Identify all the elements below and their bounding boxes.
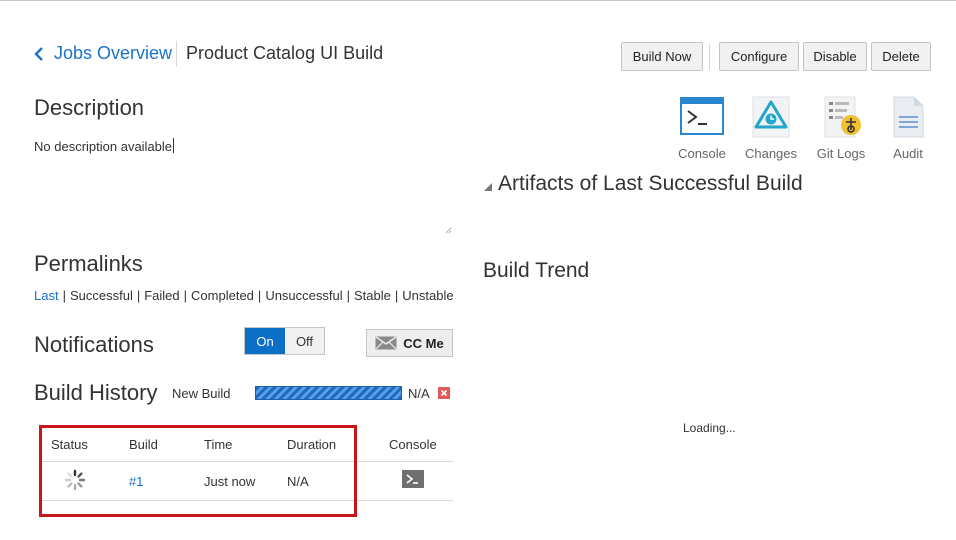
console-icon [680, 97, 724, 135]
artifacts-toggle[interactable]: Artifacts of Last Successful Build [483, 172, 803, 196]
console-action-label: Console [678, 146, 726, 161]
header-divider [176, 41, 177, 67]
permalink-unstable[interactable]: Unstable [402, 288, 453, 303]
console-icon[interactable] [402, 470, 424, 488]
permalink-failed[interactable]: Failed [144, 288, 179, 303]
job-title: Product Catalog UI Build [186, 43, 384, 63]
disable-button[interactable]: Disable [803, 42, 867, 71]
changes-icon [752, 96, 790, 138]
git-logs-action-label: Git Logs [816, 146, 866, 161]
notifications-heading: Notifications [34, 332, 154, 357]
text-caret [173, 138, 175, 153]
new-build-progress-bar [255, 386, 402, 400]
build-trend-loading: Loading... [683, 421, 736, 435]
separator: | [183, 288, 188, 303]
permalink-successful[interactable]: Successful [70, 288, 133, 303]
separator: | [346, 288, 351, 303]
notifications-toggle: On Off [244, 327, 325, 355]
cancel-build-button[interactable] [438, 387, 450, 399]
git-logs-action[interactable]: Git Logs [809, 94, 873, 161]
audit-icon [893, 96, 924, 138]
audit-action[interactable]: Audit [876, 94, 940, 161]
configure-button[interactable]: Configure [719, 42, 799, 71]
envelope-icon [375, 336, 397, 350]
permalink-completed[interactable]: Completed [191, 288, 254, 303]
back-to-jobs-overview-link[interactable]: Jobs Overview [34, 43, 172, 64]
git-logs-icon [824, 96, 861, 138]
build-now-button[interactable]: Build Now [621, 42, 703, 71]
column-header-console: Console [389, 437, 437, 452]
permalink-stable[interactable]: Stable [354, 288, 391, 303]
changes-action[interactable]: Changes [739, 94, 803, 161]
separator: | [257, 288, 262, 303]
delete-button[interactable]: Delete [871, 42, 931, 71]
toolbar-divider [709, 44, 710, 70]
build-history-heading: Build History [34, 380, 158, 405]
cc-me-label: CC Me [403, 335, 444, 351]
separator: | [136, 288, 141, 303]
expand-triangle-icon [484, 183, 492, 191]
permalinks-heading: Permalinks [34, 251, 143, 276]
chevron-left-icon [34, 46, 43, 61]
description-heading: Description [34, 95, 145, 120]
new-build-label: New Build [172, 386, 231, 401]
resize-handle-icon[interactable] [444, 226, 452, 234]
description-field[interactable]: No description available [34, 138, 175, 154]
close-icon [440, 389, 448, 397]
top-divider [0, 0, 956, 1]
notifications-off-button[interactable]: Off [285, 328, 324, 354]
build-trend-heading: Build Trend [483, 259, 590, 282]
audit-action-label: Audit [893, 146, 923, 161]
back-link-label: Jobs Overview [54, 43, 173, 63]
notifications-on-button[interactable]: On [245, 328, 285, 354]
separator: | [62, 288, 66, 303]
artifacts-heading: Artifacts of Last Successful Build [498, 172, 803, 195]
cc-me-button[interactable]: CC Me [366, 329, 453, 357]
console-action[interactable]: Console [670, 94, 734, 161]
permalink-unsuccessful[interactable]: Unsuccessful [265, 288, 342, 303]
highlight-box [39, 425, 357, 517]
description-text: No description available [34, 139, 173, 154]
permalinks-list: Last | Successful | Failed | Completed | Unsucce… [34, 288, 454, 303]
permalink-last[interactable]: Last [34, 288, 59, 303]
separator: | [394, 288, 399, 303]
new-build-progress-value: N/A [408, 386, 430, 401]
changes-action-label: Changes [744, 146, 798, 161]
